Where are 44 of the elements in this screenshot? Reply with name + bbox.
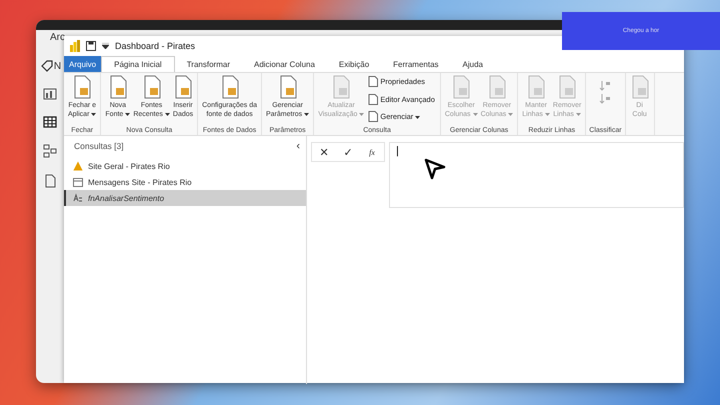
- bar-chart-icon: [70, 40, 80, 52]
- text-type-icon: [73, 193, 83, 203]
- document-icon: [368, 111, 378, 122]
- warning-icon: [73, 161, 83, 171]
- collapse-button[interactable]: ‹: [294, 140, 302, 152]
- document-icon: [368, 76, 378, 87]
- dropdown-icon[interactable]: [102, 43, 109, 49]
- menu-item[interactable]: Arc: [50, 32, 65, 43]
- ribbon-tab[interactable]: Exibição: [326, 56, 382, 72]
- window-title: Dashboard - Pirates: [115, 41, 196, 51]
- table-icon: [73, 178, 83, 186]
- side-label: N: [54, 60, 62, 72]
- ribbon-tab[interactable]: Ferramentas: [381, 56, 451, 72]
- caret-icon: [164, 112, 170, 116]
- document-icon: [368, 94, 378, 105]
- model-icon[interactable]: [43, 144, 57, 158]
- save-icon[interactable]: [86, 41, 96, 51]
- panel-title: Consultas [3]: [74, 141, 124, 151]
- document-icon[interactable]: [43, 174, 57, 188]
- caret-icon: [125, 112, 130, 116]
- query-item[interactable]: Site Geral - Pirates Rio: [64, 158, 306, 174]
- caret-icon: [544, 112, 550, 116]
- ribbon-tab[interactable]: Página Inicial: [101, 56, 175, 72]
- query-item[interactable]: fnAnalisarSentimento: [64, 190, 306, 206]
- caret-icon: [91, 112, 96, 116]
- cancel-button[interactable]: ✕: [312, 143, 336, 161]
- caret-icon: [508, 112, 514, 116]
- caret-icon: [304, 112, 310, 116]
- ribbon-tab[interactable]: Ajuda: [450, 56, 495, 72]
- caret-icon: [472, 112, 478, 116]
- ribbon-tab[interactable]: Adicionar Coluna: [242, 56, 327, 72]
- function-button[interactable]: fx: [360, 143, 384, 161]
- query-item[interactable]: Mensagens Site - Pirates Rio: [64, 174, 306, 190]
- ribbon-tab[interactable]: Arquivo: [64, 56, 102, 72]
- pointer-icon: [424, 158, 446, 180]
- tag-icon[interactable]: [40, 60, 53, 72]
- ribbon-tab[interactable]: Transformar: [174, 56, 242, 72]
- caret-icon: [359, 112, 364, 116]
- formula-field[interactable]: |: [389, 142, 684, 208]
- table-icon[interactable]: [43, 116, 57, 128]
- report-icon[interactable]: [43, 88, 57, 100]
- caret-icon: [576, 112, 581, 116]
- confirm-button[interactable]: ✓: [336, 143, 360, 161]
- caret-icon: [415, 116, 420, 119]
